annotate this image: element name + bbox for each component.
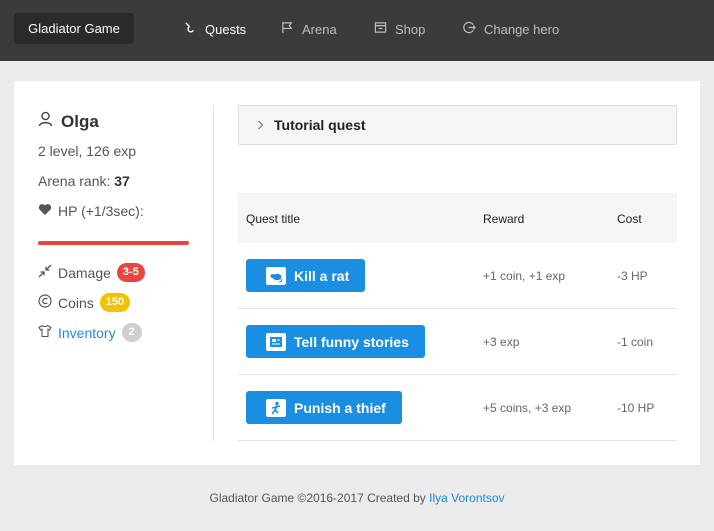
thief-icon xyxy=(266,398,286,417)
heart-icon xyxy=(38,203,52,219)
copyright-coin-icon xyxy=(38,294,52,311)
header-quest-title: Quest title xyxy=(246,212,301,226)
arena-rank-label: Arena rank: xyxy=(38,173,111,189)
footer: Gladiator Game ©2016-2017 Created by Ily… xyxy=(0,491,714,505)
hero-sidebar: Olga 2 level, 126 exp Arena rank: 37 HP … xyxy=(14,81,214,465)
nav-item-label: Change hero xyxy=(484,21,560,37)
main-panel: Olga 2 level, 126 exp Arena rank: 37 HP … xyxy=(14,81,700,465)
quest-cost: -3 HP xyxy=(617,269,648,283)
rat-icon xyxy=(266,266,286,285)
arena-rank-value: 37 xyxy=(114,173,130,189)
quest-icon xyxy=(184,21,197,37)
damage-badge: 3-5 xyxy=(116,263,145,282)
quest-button-label: Punish a thief xyxy=(294,399,386,416)
author-link[interactable]: Ilya Vorontsov xyxy=(429,491,504,505)
hero-name: Olga xyxy=(38,111,99,132)
hp-row: HP (+1/3sec): xyxy=(38,203,144,219)
shop-icon xyxy=(374,21,387,37)
nav-item-label: Shop xyxy=(395,21,426,37)
quest-button-kill-a-rat[interactable]: Kill a rat xyxy=(246,259,366,292)
table-header: Quest title Reward Cost xyxy=(238,193,677,243)
user-icon xyxy=(38,111,53,132)
quest-table: Quest title Reward Cost Kill a rat +1 co… xyxy=(238,193,677,441)
coins-badge: 150 xyxy=(99,293,131,312)
coins-row: Coins 150 xyxy=(38,293,131,312)
quest-cost: -1 coin xyxy=(617,335,654,349)
arena-rank: Arena rank: 37 xyxy=(38,173,130,189)
chevron-right-icon xyxy=(257,117,264,133)
quest-reward: +3 exp xyxy=(483,335,520,349)
accordion-title: Tutorial quest xyxy=(274,117,366,133)
brand-logo[interactable]: Gladiator Game xyxy=(14,13,134,44)
damage-label: Damage xyxy=(58,264,111,281)
quest-button-punish-a-thief[interactable]: Punish a thief xyxy=(246,391,402,424)
nav-item-label: Arena xyxy=(302,21,337,37)
nav-item-quests[interactable]: Quests xyxy=(184,19,246,39)
tutorial-quest-accordion[interactable]: Tutorial quest xyxy=(238,105,677,145)
quest-button-tell-funny-stories[interactable]: Tell funny stories xyxy=(246,325,425,358)
footer-text: Gladiator Game ©2016-2017 Created by xyxy=(209,491,426,505)
table-row: Tell funny stories +3 exp -1 coin xyxy=(238,309,677,375)
inventory-badge: 2 xyxy=(121,323,142,342)
table-row: Punish a thief +5 coins, +3 exp -10 HP xyxy=(238,375,677,441)
header-cost: Cost xyxy=(617,212,642,226)
top-navbar: Gladiator Game Quests Arena Shop Change … xyxy=(0,0,714,61)
header-reward: Reward xyxy=(483,212,525,226)
coins-label: Coins xyxy=(58,294,94,311)
shirt-icon xyxy=(38,324,52,341)
quest-reward: +1 coin, +1 exp xyxy=(483,269,566,283)
quest-cost: -10 HP xyxy=(617,401,655,415)
hp-label: HP (+1/3sec): xyxy=(58,203,144,219)
inventory-row: Inventory 2 xyxy=(38,323,142,342)
compress-icon xyxy=(38,264,52,281)
hero-level-exp: 2 level, 126 exp xyxy=(38,143,137,159)
nav-item-arena[interactable]: Arena xyxy=(281,19,337,39)
quest-button-label: Tell funny stories xyxy=(294,333,409,350)
sidebar-divider xyxy=(213,105,214,441)
quest-reward: +5 coins, +3 exp xyxy=(483,401,572,415)
inventory-link[interactable]: Inventory xyxy=(58,325,116,341)
nav-item-change-hero[interactable]: Change hero xyxy=(463,19,559,39)
logout-icon xyxy=(463,21,476,37)
quest-button-label: Kill a rat xyxy=(294,267,350,284)
damage-row: Damage 3-5 xyxy=(38,263,145,282)
flag-icon xyxy=(281,21,294,37)
hp-bar xyxy=(38,241,189,245)
table-row: Kill a rat +1 coin, +1 exp -3 HP xyxy=(238,243,677,309)
nav-item-shop[interactable]: Shop xyxy=(374,19,425,39)
nav-item-label: Quests xyxy=(205,21,247,37)
hero-name-text: Olga xyxy=(61,111,99,131)
story-icon xyxy=(266,332,286,351)
